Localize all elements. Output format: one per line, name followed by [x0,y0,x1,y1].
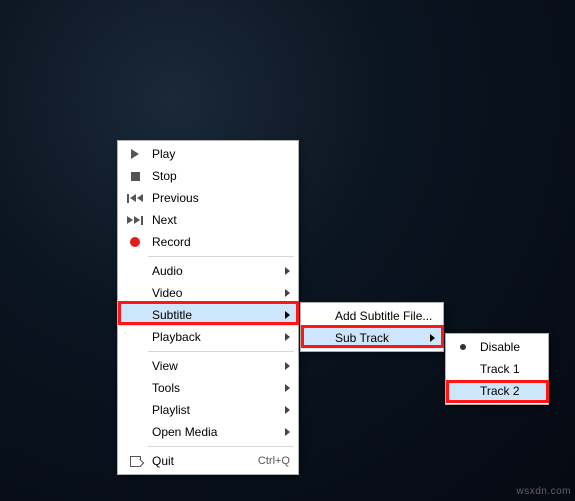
menu-item-open-media[interactable]: Open Media [120,421,296,443]
menu-item-add-subtitle-file[interactable]: Add Subtitle File... [303,305,441,327]
menu-label: Open Media [146,425,279,439]
menu-label: Track 1 [474,362,540,376]
context-menu-main: Play Stop Previous Next Record Audio Vid… [117,140,299,475]
record-icon [124,237,146,247]
submenu-arrow-icon [285,384,290,392]
menu-label: Track 2 [474,384,540,398]
menu-label: Disable [474,340,540,354]
submenu-subtitle: Add Subtitle File... Sub Track [300,302,444,352]
menu-label: Next [146,213,290,227]
menu-label: Sub Track [329,331,424,345]
menu-label: Playlist [146,403,279,417]
menu-item-sub-track[interactable]: Sub Track [303,327,441,349]
submenu-arrow-icon [285,333,290,341]
menu-label: Play [146,147,290,161]
menu-shortcut: Ctrl+Q [250,455,290,467]
menu-label: Stop [146,169,290,183]
submenu-sub-track: Disable Track 1 Track 2 [445,333,549,405]
separator [148,446,294,447]
menu-label: Quit [146,454,250,468]
menu-item-view[interactable]: View [120,355,296,377]
quit-icon [124,456,146,467]
menu-item-playback[interactable]: Playback [120,326,296,348]
separator [148,256,294,257]
menu-item-quit[interactable]: Quit Ctrl+Q [120,450,296,472]
menu-label: Audio [146,264,279,278]
submenu-arrow-icon [285,428,290,436]
menu-label: Video [146,286,279,300]
menu-item-video[interactable]: Video [120,282,296,304]
menu-item-disable[interactable]: Disable [448,336,546,358]
radio-indicator-icon [452,344,474,350]
menu-item-record[interactable]: Record [120,231,296,253]
watermark: wsxdn.com [516,486,571,497]
menu-item-next[interactable]: Next [120,209,296,231]
submenu-arrow-icon [285,362,290,370]
menu-label: Tools [146,381,279,395]
menu-label: Record [146,235,290,249]
separator [148,351,294,352]
menu-label: Playback [146,330,279,344]
menu-item-stop[interactable]: Stop [120,165,296,187]
menu-item-track-1[interactable]: Track 1 [448,358,546,380]
menu-label: Previous [146,191,290,205]
menu-item-subtitle[interactable]: Subtitle [120,304,296,326]
submenu-arrow-icon [285,311,290,319]
stop-icon [124,172,146,181]
menu-label: View [146,359,279,373]
submenu-arrow-icon [285,289,290,297]
menu-item-play[interactable]: Play [120,143,296,165]
menu-item-track-2[interactable]: Track 2 [448,380,546,402]
next-icon [124,216,146,225]
menu-item-tools[interactable]: Tools [120,377,296,399]
submenu-arrow-icon [285,267,290,275]
menu-item-playlist[interactable]: Playlist [120,399,296,421]
play-icon [124,149,146,159]
menu-item-previous[interactable]: Previous [120,187,296,209]
menu-label: Subtitle [146,308,279,322]
menu-label: Add Subtitle File... [329,309,435,323]
menu-item-audio[interactable]: Audio [120,260,296,282]
previous-icon [124,194,146,203]
submenu-arrow-icon [285,406,290,414]
submenu-arrow-icon [430,334,435,342]
